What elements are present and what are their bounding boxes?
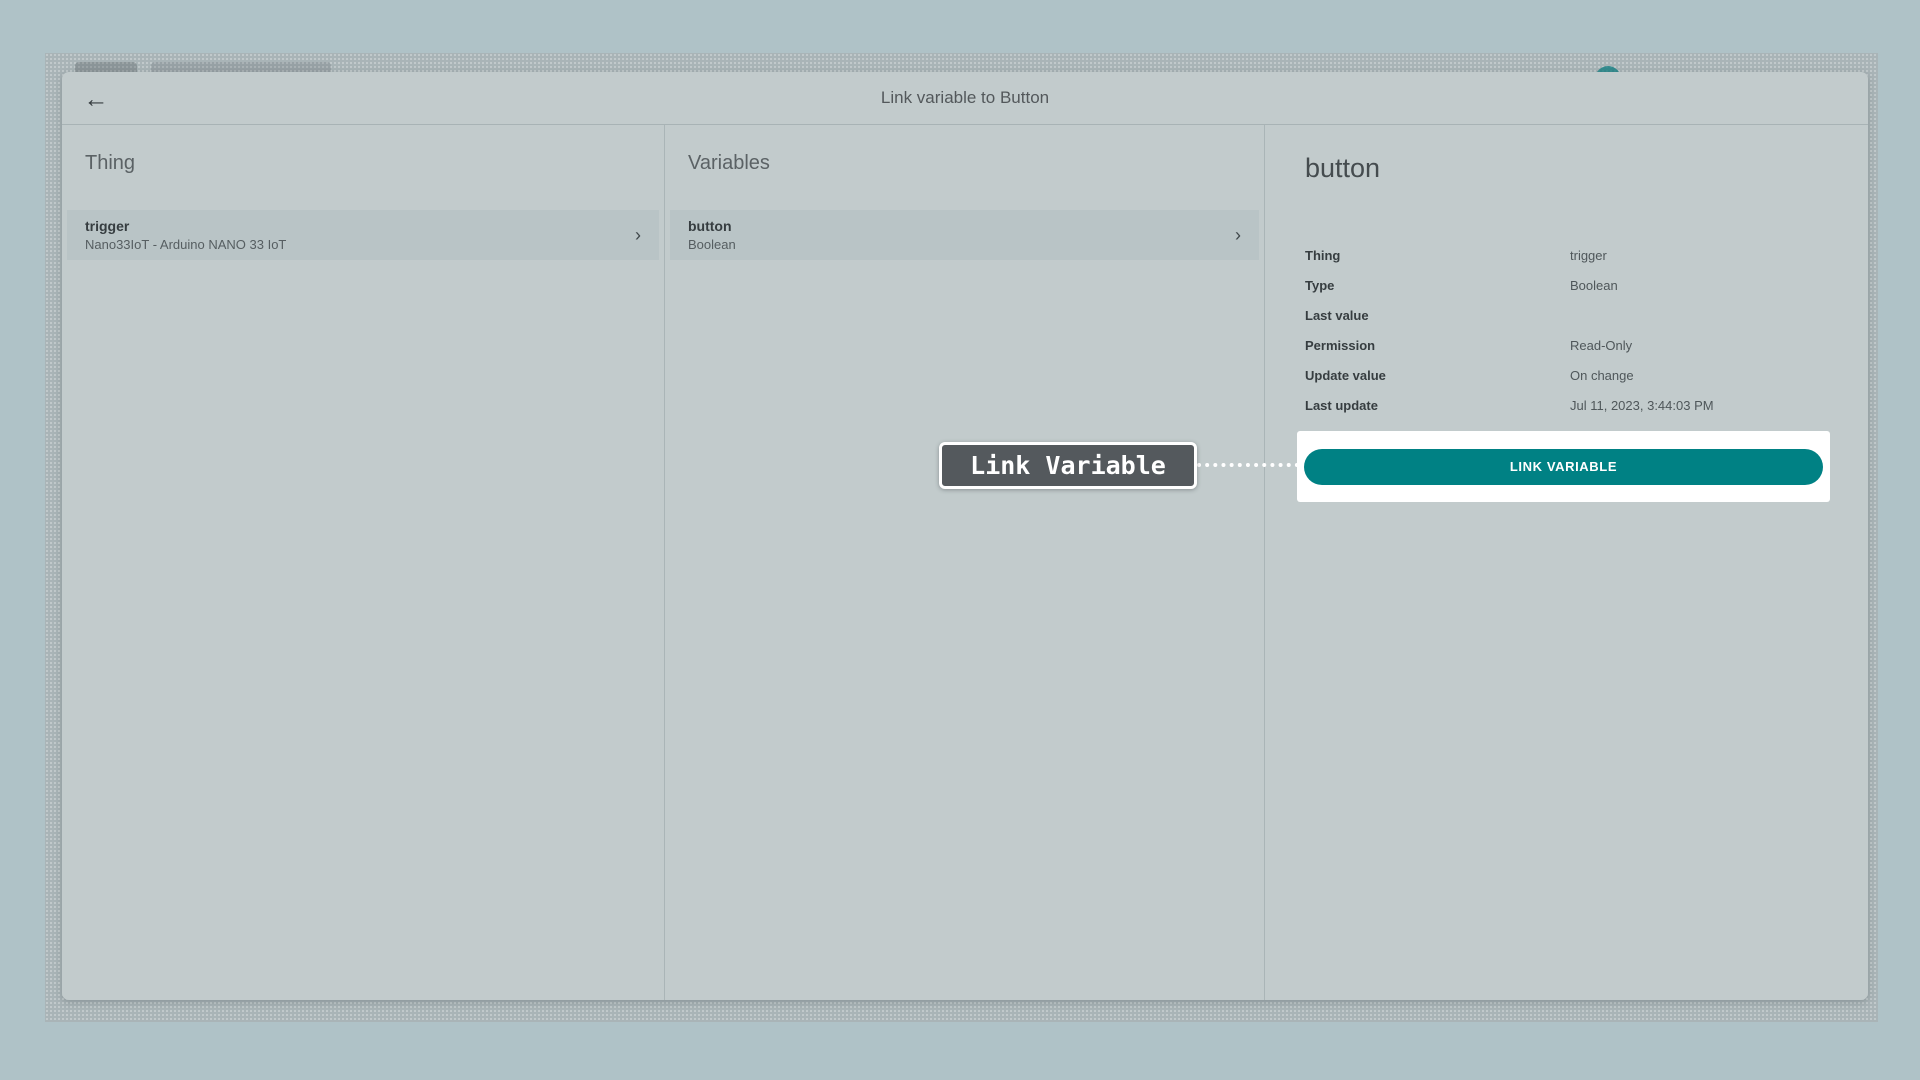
link-variable-button[interactable]: LINK VARIABLE [1304,449,1823,485]
thing-list-item-trigger[interactable]: trigger Nano33IoT - Arduino NANO 33 IoT … [67,210,659,260]
detail-rows: Thing trigger Type Boolean Last value Pe… [1305,240,1828,420]
detail-row-update-value: Update value On change [1305,360,1828,390]
variable-list-item-button[interactable]: button Boolean › [670,210,1259,260]
variables-column-header: Variables [665,125,1264,210]
detail-label: Thing [1305,248,1570,263]
callout-label: Link Variable [970,451,1166,480]
link-variable-modal: ← Link variable to Button Thing trigger … [62,72,1868,1000]
detail-value: trigger [1570,248,1607,263]
link-variable-callout: Link Variable [939,442,1197,489]
detail-label: Last update [1305,398,1570,413]
callout-connector-line [1197,463,1299,467]
detail-label: Update value [1305,368,1570,383]
modal-columns: Thing trigger Nano33IoT - Arduino NANO 3… [62,125,1868,1000]
back-arrow-icon: ← [84,85,109,114]
detail-value: Read-Only [1570,338,1632,353]
chevron-right-icon: › [1235,226,1241,244]
thing-column: Thing trigger Nano33IoT - Arduino NANO 3… [62,125,665,1000]
detail-value: Jul 11, 2023, 3:44:03 PM [1570,398,1714,413]
modal-header: ← Link variable to Button [62,72,1868,125]
detail-label: Last value [1305,308,1570,323]
detail-row-last-update: Last update Jul 11, 2023, 3:44:03 PM [1305,390,1828,420]
variable-item-title: button [688,216,1259,236]
detail-value: Boolean [1570,278,1618,293]
thing-column-header: Thing [62,125,664,210]
detail-row-permission: Permission Read-Only [1305,330,1828,360]
variable-details-panel: button Thing trigger Type Boolean Last v… [1265,125,1868,1000]
modal-title: Link variable to Button [881,88,1049,108]
detail-label: Type [1305,278,1570,293]
detail-row-thing: Thing trigger [1305,240,1828,270]
variable-name-title: button [1305,153,1828,184]
chevron-right-icon: › [635,226,641,244]
variable-item-subtitle: Boolean [688,236,1259,254]
back-button[interactable]: ← [76,79,116,119]
detail-row-type: Type Boolean [1305,270,1828,300]
thing-item-title: trigger [85,216,659,236]
detail-value: On change [1570,368,1634,383]
detail-label: Permission [1305,338,1570,353]
thing-item-subtitle: Nano33IoT - Arduino NANO 33 IoT [85,236,659,254]
spotlight-highlight: LINK VARIABLE [1297,431,1830,502]
detail-row-last-value: Last value [1305,300,1828,330]
variables-column: Variables button Boolean › [665,125,1265,1000]
